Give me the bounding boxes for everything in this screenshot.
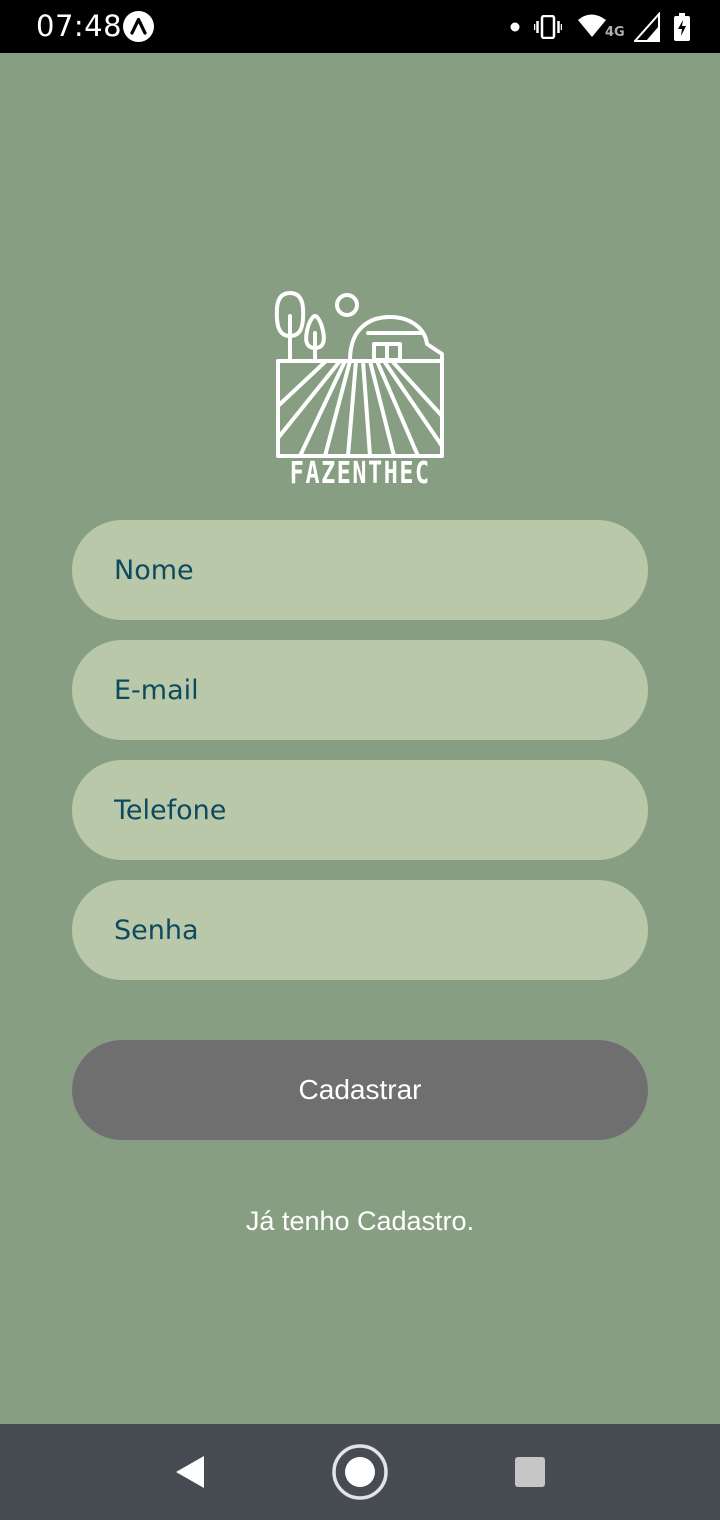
farm-field-barn-logo [274,291,444,458]
status-time: 07:48 [36,9,123,43]
password-field[interactable] [72,880,648,980]
register-button[interactable]: Cadastrar [72,1040,648,1140]
home-button[interactable] [325,1424,395,1520]
register-screen: FAZENTHEC Cadastrar Já tenho Cadastro. [0,53,720,1424]
status-icons: 4G [510,10,690,44]
signal-icon [634,12,660,42]
navigation-bar [0,1424,720,1520]
name-input[interactable] [112,553,648,587]
automation-app-icon [123,11,154,42]
back-button[interactable] [160,1424,220,1520]
email-field[interactable] [72,640,648,740]
already-registered-link[interactable]: Já tenho Cadastro. [0,1203,720,1239]
home-icon [332,1444,388,1500]
back-icon [176,1456,204,1488]
recents-button[interactable] [500,1424,560,1520]
email-input[interactable] [112,673,648,707]
notification-dot-icon [510,22,520,32]
status-bar: 07:48 4G [0,0,720,53]
network-type-label: 4G [605,25,625,40]
phone-input[interactable] [112,793,648,827]
phone-field[interactable] [72,760,648,860]
app-logo: FAZENTHEC [270,288,450,498]
vibrate-icon [534,15,562,39]
app-name: FAZENTHEC [289,456,431,491]
wifi-icon: 4G [576,12,625,42]
recents-icon [515,1457,545,1487]
name-field[interactable] [72,520,648,620]
password-input[interactable] [112,913,648,947]
battery-charging-icon [674,13,690,41]
